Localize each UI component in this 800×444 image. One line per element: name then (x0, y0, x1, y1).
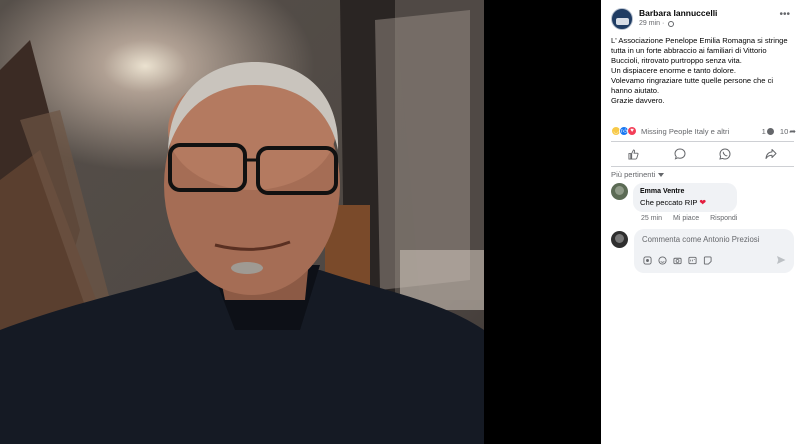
post-text-line: Grazie davvero. (611, 96, 665, 105)
post-text-line: Volevamo ringraziare tutte quelle person… (611, 76, 774, 95)
sticker-icon (703, 255, 712, 265)
author-name[interactable]: Barbara Iannuccelli (639, 8, 717, 19)
more-icon[interactable]: ••• (779, 9, 790, 20)
comment-button[interactable] (665, 145, 695, 163)
love-reaction-icon: ♥ (627, 126, 637, 136)
photo-viewer (0, 0, 601, 444)
comments-count[interactable]: 1 (762, 127, 774, 136)
author-avatar[interactable] (611, 8, 633, 30)
reaction-icons[interactable]: ◡ 👍︎ ♥ (611, 126, 637, 136)
comment-bubble: Emma Ventre Che peccato RIP ❤ (633, 183, 738, 212)
comment-reply-link[interactable]: Rispondi (710, 215, 737, 222)
like-icon (628, 148, 639, 160)
comment-text-row: Che peccato RIP ❤ (640, 197, 729, 208)
camera-icon (672, 257, 682, 264)
comment-input[interactable] (642, 235, 786, 244)
share-icon (765, 149, 777, 159)
comment-like-link[interactable]: Mi piace (673, 215, 699, 222)
gif-button[interactable] (687, 255, 697, 265)
comment-composer (611, 229, 794, 273)
engagement-counts: 1 10 ➦ (762, 127, 796, 136)
comment-item: Emma Ventre Che peccato RIP ❤ 25 min Mi … (611, 183, 738, 222)
emoji-button[interactable] (657, 255, 667, 265)
post-text: L' Associazione Penelope Emilia Romagna … (611, 36, 793, 106)
comment-meta: 25 min Mi piace Rispondi (633, 215, 737, 222)
commenter-name[interactable]: Emma Ventre (640, 187, 729, 197)
post-text-line: L' Associazione Penelope Emilia Romagna … (611, 36, 788, 65)
divider (611, 141, 794, 142)
commenter-avatar[interactable] (611, 183, 628, 200)
caret-down-icon (658, 172, 665, 177)
camera-button[interactable] (672, 255, 682, 265)
comment-icon (674, 148, 686, 160)
shares-count-value: 10 (779, 126, 789, 136)
divider (611, 166, 794, 167)
whatsapp-icon (719, 148, 731, 160)
comment-small-icon (766, 127, 774, 135)
avatar-sticker-button[interactable] (642, 255, 652, 265)
send-icon[interactable] (776, 255, 786, 265)
sticker-button[interactable] (702, 255, 712, 265)
composer-tools (642, 255, 712, 265)
comment-sort-dropdown[interactable]: Più pertinenti (611, 170, 665, 179)
shares-count[interactable]: 10 ➦ (780, 127, 796, 136)
comment-box (634, 229, 794, 273)
like-button[interactable] (619, 145, 649, 163)
post-timestamp[interactable]: 29 min · (639, 19, 717, 29)
heart-icon: ❤ (699, 198, 707, 207)
dot-separator: · (662, 20, 665, 27)
post-author: Barbara Iannuccelli 29 min · (611, 8, 717, 30)
comment-text: Che peccato RIP (640, 198, 698, 207)
whatsapp-button[interactable] (710, 145, 740, 163)
current-user-avatar[interactable] (611, 231, 628, 248)
reactions-bar: ◡ 👍︎ ♥ Missing People Italy e altri 1 10… (611, 125, 796, 137)
post-text-line: Un dispiacere enorme e tanto dolore. (611, 66, 736, 75)
reaction-names[interactable]: Missing People Italy e altri (641, 127, 729, 136)
post-time[interactable]: 29 min (639, 19, 660, 29)
comments-count-value: 1 (761, 126, 766, 136)
globe-icon (668, 21, 675, 27)
gif-icon (687, 256, 697, 264)
avatar-sticker-icon (642, 255, 652, 265)
emoji-icon (657, 255, 667, 265)
share-button[interactable] (756, 145, 786, 163)
comment-time[interactable]: 25 min (641, 215, 662, 222)
sort-label: Più pertinenti (611, 170, 656, 179)
action-bar (611, 144, 794, 164)
share-small-icon: ➦ (789, 126, 796, 136)
post-photo (0, 0, 601, 444)
post-panel: Barbara Iannuccelli 29 min · ••• L' Asso… (601, 0, 800, 444)
